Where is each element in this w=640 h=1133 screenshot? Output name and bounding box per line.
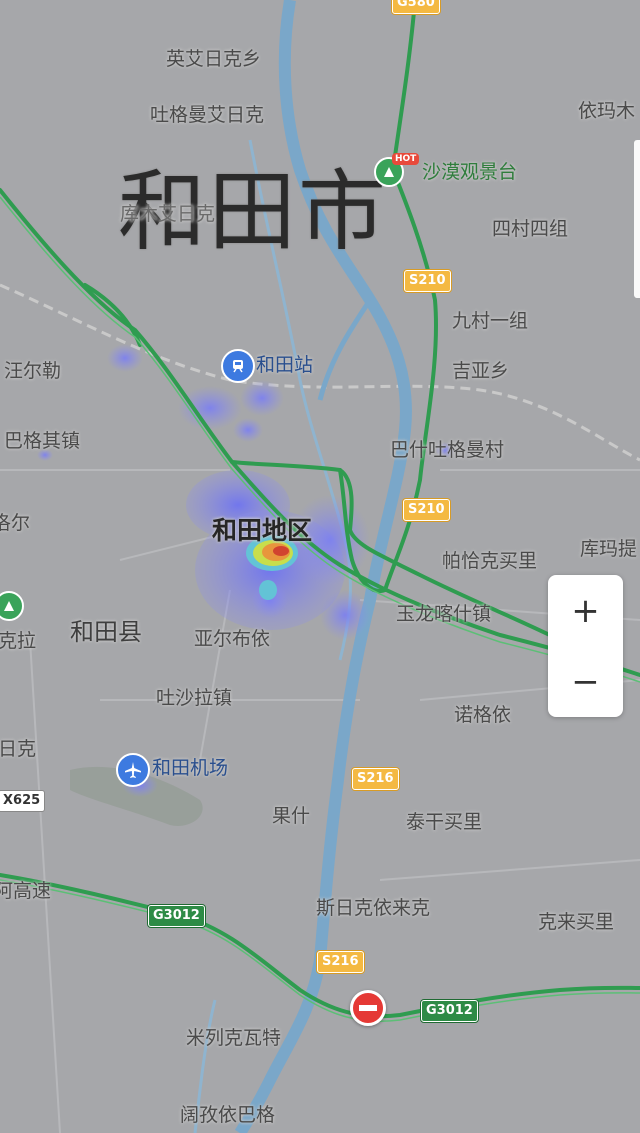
road-shield-g3012: G3012 [421,1000,478,1022]
map-canvas[interactable]: 和田市 G580 S210 S210 S216 S216 G3012 G3012… [0,0,640,1133]
hot-badge: HOT [392,153,420,165]
place-label: 克来买里 [538,911,615,933]
county-label: 和田县 [70,618,142,646]
place-label: 诺格依 [454,704,512,726]
place-label: 吉亚乡 [452,360,510,382]
place-label: 巴格其镇 [4,430,81,452]
place-label: 英艾日克乡 [166,48,262,70]
train-station-icon[interactable] [221,349,255,383]
poi-label-scenic[interactable]: 沙漠观景台 [422,163,517,182]
airplane-icon[interactable] [116,753,150,787]
road-shield-g3012: G3012 [148,905,205,927]
railway [0,283,640,462]
place-label: 吐格曼艾日克 [150,104,265,126]
place-label: 洛尔 [0,512,31,534]
zoom-out-button[interactable]: − [548,646,623,717]
place-label: 日克 [0,738,37,760]
place-label: 吐沙拉镇 [156,687,233,709]
road-shield-s210: S210 [404,270,451,292]
district-label: 和田地区 [212,516,313,545]
place-label: 阔孜依巴格 [180,1104,276,1126]
side-drawer-handle[interactable] [634,140,640,298]
road-label: 阿高速 [0,880,52,902]
road-shield-s210: S210 [403,499,450,521]
place-label: 依玛木 [578,100,636,122]
poi-label-station[interactable]: 和田站 [256,356,313,375]
no-entry-icon[interactable] [350,990,386,1026]
road-shield-x625: X625 [0,790,46,812]
place-label: 米列克瓦特 [186,1027,282,1049]
road-shield-s216: S216 [317,951,364,973]
poi-label-airport[interactable]: 和田机场 [152,759,228,778]
place-label: 泰干买里 [406,811,483,833]
place-label: 亚尔布依 [194,628,271,650]
place-label: 汪尔勒 [4,360,62,382]
zoom-in-button[interactable]: + [548,575,623,646]
road-shield-s216: S216 [352,768,399,790]
zoom-control: + − [548,575,623,717]
place-label: 克拉 [0,630,37,652]
place-label: 九村一组 [452,310,529,332]
road-shield-top: G580 [392,0,440,14]
place-label: 库玛提 [580,538,638,560]
place-label: 库木艾日克 [120,203,216,225]
place-label: 帕恰克买里 [442,550,538,572]
place-label: 斯日克依来克 [316,897,431,919]
place-label: 巴什吐格曼村 [390,439,505,461]
place-label: 四村四组 [492,218,569,240]
place-label: 果什 [272,805,311,827]
place-label: 玉龙喀什镇 [396,603,492,625]
